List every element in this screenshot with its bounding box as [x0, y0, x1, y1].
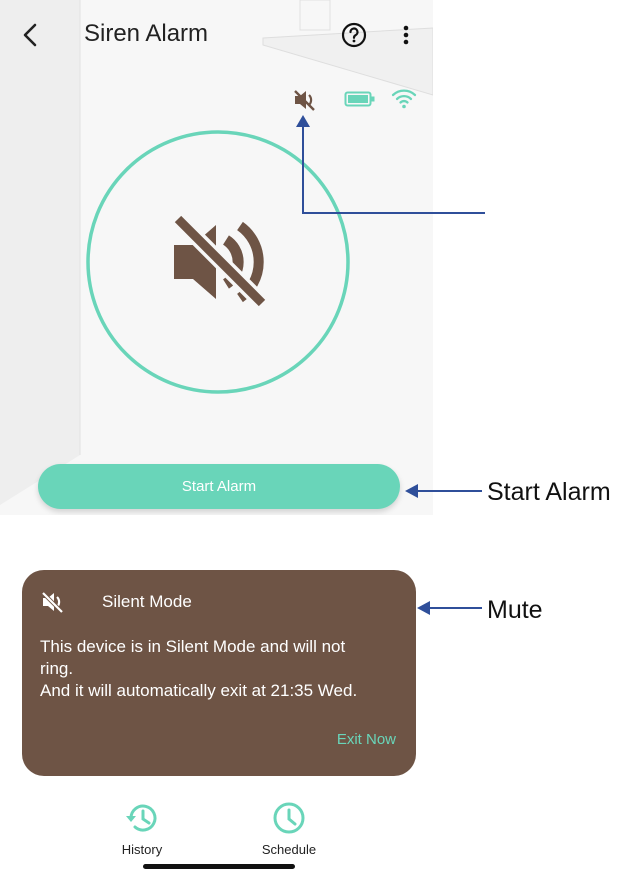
annotation-start-alarm: Start Alarm [487, 478, 611, 506]
nav-schedule[interactable]: Schedule [234, 800, 344, 857]
mute-icon [40, 590, 66, 614]
silent-mode-card: Silent Mode This device is in Silent Mod… [22, 570, 416, 776]
home-indicator [143, 864, 295, 869]
annotation-mute: Mute [487, 596, 543, 624]
silent-mode-message: This device is in Silent Mode and will n… [40, 637, 358, 700]
clock-icon [271, 800, 307, 836]
exit-now-button[interactable]: Exit Now [337, 731, 396, 748]
nav-schedule-label: Schedule [261, 842, 317, 857]
nav-history-label: History [121, 842, 163, 857]
nav-history[interactable]: History [87, 800, 197, 857]
silent-mode-title: Silent Mode [102, 592, 192, 611]
history-icon [124, 800, 160, 836]
